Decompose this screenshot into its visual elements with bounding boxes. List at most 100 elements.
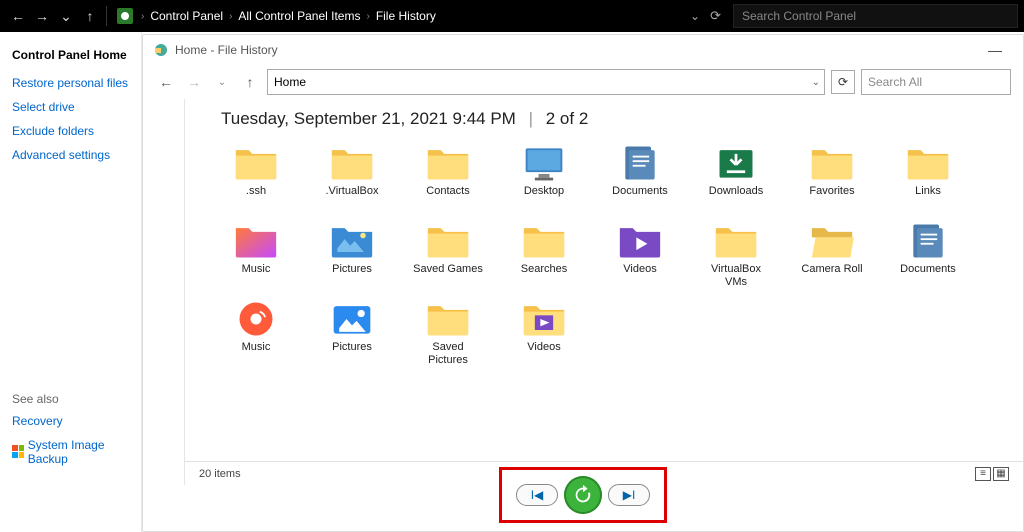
folder-icon bbox=[521, 143, 567, 183]
folder-label: Downloads bbox=[709, 185, 763, 211]
previous-version-button[interactable]: I◀ bbox=[516, 484, 558, 506]
folder-label: Saved Games bbox=[413, 263, 483, 289]
restore-icon bbox=[572, 484, 594, 506]
folder-label: .ssh bbox=[246, 185, 266, 211]
history-up-button[interactable]: ↑ bbox=[239, 71, 261, 93]
folder-item[interactable]: VirtualBox VMs bbox=[701, 221, 771, 289]
folder-label: Pictures bbox=[332, 263, 372, 289]
chevron-down-icon[interactable]: ⌄ bbox=[812, 77, 820, 88]
folder-icon bbox=[233, 143, 279, 183]
folder-item[interactable]: Searches bbox=[509, 221, 579, 289]
forward-button[interactable]: → bbox=[30, 4, 54, 28]
next-version-button[interactable]: ▶I bbox=[608, 484, 650, 506]
details-view-button[interactable]: ≡ bbox=[975, 467, 991, 481]
file-history-icon bbox=[153, 42, 169, 58]
control-panel-home-link[interactable]: Control Panel Home bbox=[12, 48, 129, 62]
folder-item[interactable]: Pictures bbox=[317, 299, 387, 367]
recent-dropdown[interactable]: ⌄ bbox=[54, 4, 78, 28]
history-recent-dropdown[interactable]: ⌄ bbox=[211, 71, 233, 93]
file-history-window: Home - File History — ← → ⌄ ↑ Home ⌄ ⟳ S… bbox=[142, 34, 1024, 532]
folder-item[interactable]: Videos bbox=[509, 299, 579, 367]
folder-item[interactable]: Contacts bbox=[413, 143, 483, 211]
folder-item[interactable]: Documents bbox=[893, 221, 963, 289]
history-forward-button[interactable]: → bbox=[183, 71, 205, 93]
sidebar-link-select-drive[interactable]: Select drive bbox=[12, 100, 129, 114]
address-field[interactable]: Home ⌄ bbox=[267, 69, 825, 95]
folder-label: Links bbox=[915, 185, 941, 211]
folder-label: .VirtualBox bbox=[326, 185, 379, 211]
version-timestamp: Tuesday, September 21, 2021 9:44 PM bbox=[221, 109, 516, 128]
sidebar-link-system-image[interactable]: System Image Backup bbox=[12, 438, 129, 466]
folder-label: Desktop bbox=[524, 185, 564, 211]
folder-label: Saved Pictures bbox=[413, 341, 483, 367]
breadcrumb-all-items[interactable]: All Control Panel Items bbox=[234, 9, 364, 23]
folder-label: VirtualBox VMs bbox=[701, 263, 771, 289]
folder-label: Videos bbox=[527, 341, 560, 367]
folder-item[interactable]: Camera Roll bbox=[797, 221, 867, 289]
folder-label: Music bbox=[242, 341, 271, 367]
version-page-indicator: 2 of 2 bbox=[546, 109, 589, 128]
folder-label: Videos bbox=[623, 263, 656, 289]
back-button[interactable]: ← bbox=[6, 4, 30, 28]
folder-label: Documents bbox=[612, 185, 668, 211]
flag-icon bbox=[12, 445, 24, 459]
folder-label: Contacts bbox=[426, 185, 469, 211]
folder-item[interactable]: Saved Games bbox=[413, 221, 483, 289]
address-dropdown-icon[interactable]: ⌄ bbox=[690, 9, 700, 23]
sidebar-link-advanced[interactable]: Advanced settings bbox=[12, 148, 129, 162]
see-also-heading: See also bbox=[12, 392, 129, 406]
sidebar-link-restore[interactable]: Restore personal files bbox=[12, 76, 129, 90]
folder-item[interactable]: Documents bbox=[605, 143, 675, 211]
breadcrumb-file-history[interactable]: File History bbox=[372, 9, 440, 23]
folder-item[interactable]: Pictures bbox=[317, 221, 387, 289]
window-title: Home - File History bbox=[175, 43, 278, 57]
item-count: 20 items bbox=[199, 468, 241, 480]
folder-label: Camera Roll bbox=[801, 263, 862, 289]
folder-icon bbox=[329, 143, 375, 183]
breadcrumb-control-panel[interactable]: Control Panel bbox=[146, 9, 227, 23]
folder-item[interactable]: .ssh bbox=[221, 143, 291, 211]
folder-icon bbox=[905, 143, 951, 183]
folder-icon bbox=[425, 143, 471, 183]
search-all-input[interactable]: Search All bbox=[861, 69, 1011, 95]
search-control-panel[interactable]: Search Control Panel bbox=[733, 4, 1018, 28]
folder-item[interactable]: Links bbox=[893, 143, 963, 211]
folder-item[interactable]: Desktop bbox=[509, 143, 579, 211]
sidebar-link-recovery[interactable]: Recovery bbox=[12, 414, 129, 428]
folder-icon bbox=[521, 221, 567, 261]
folder-icon bbox=[809, 143, 855, 183]
folder-icon bbox=[233, 299, 279, 339]
control-panel-sidebar: Control Panel Home Restore personal file… bbox=[0, 32, 142, 532]
folder-item[interactable]: Downloads bbox=[701, 143, 771, 211]
version-header: Tuesday, September 21, 2021 9:44 PM | 2 … bbox=[221, 109, 1005, 129]
folder-icon bbox=[233, 221, 279, 261]
sidebar-link-exclude[interactable]: Exclude folders bbox=[12, 124, 129, 138]
folder-icon bbox=[905, 221, 951, 261]
folder-label: Favorites bbox=[809, 185, 854, 211]
folder-item[interactable]: Saved Pictures bbox=[413, 299, 483, 367]
icons-view-button[interactable]: ▦ bbox=[993, 467, 1009, 481]
folder-item[interactable]: .VirtualBox bbox=[317, 143, 387, 211]
history-back-button[interactable]: ← bbox=[155, 71, 177, 93]
folder-item[interactable]: Videos bbox=[605, 221, 675, 289]
folder-label: Music bbox=[242, 263, 271, 289]
folder-item[interactable]: Favorites bbox=[797, 143, 867, 211]
folder-label: Documents bbox=[900, 263, 956, 289]
folder-icon bbox=[713, 143, 759, 183]
folder-icon bbox=[521, 299, 567, 339]
control-panel-icon bbox=[117, 8, 133, 24]
refresh-button[interactable]: ⟳ bbox=[831, 70, 855, 94]
minimize-button[interactable]: — bbox=[977, 36, 1013, 64]
refresh-icon[interactable]: ⟳ bbox=[710, 8, 721, 24]
folder-icon bbox=[425, 221, 471, 261]
up-button[interactable]: ↑ bbox=[78, 4, 102, 28]
explorer-address-bar: ← → ⌄ ↑ › Control Panel › All Control Pa… bbox=[0, 0, 1024, 32]
folder-item[interactable]: Music bbox=[221, 299, 291, 367]
folder-item[interactable]: Music bbox=[221, 221, 291, 289]
folder-icon bbox=[617, 221, 663, 261]
restore-button[interactable] bbox=[564, 476, 602, 514]
folder-icon bbox=[329, 221, 375, 261]
folder-view: Tuesday, September 21, 2021 9:44 PM | 2 … bbox=[185, 99, 1023, 485]
playback-controls: I◀ ▶I bbox=[499, 467, 667, 523]
folder-label: Searches bbox=[521, 263, 567, 289]
